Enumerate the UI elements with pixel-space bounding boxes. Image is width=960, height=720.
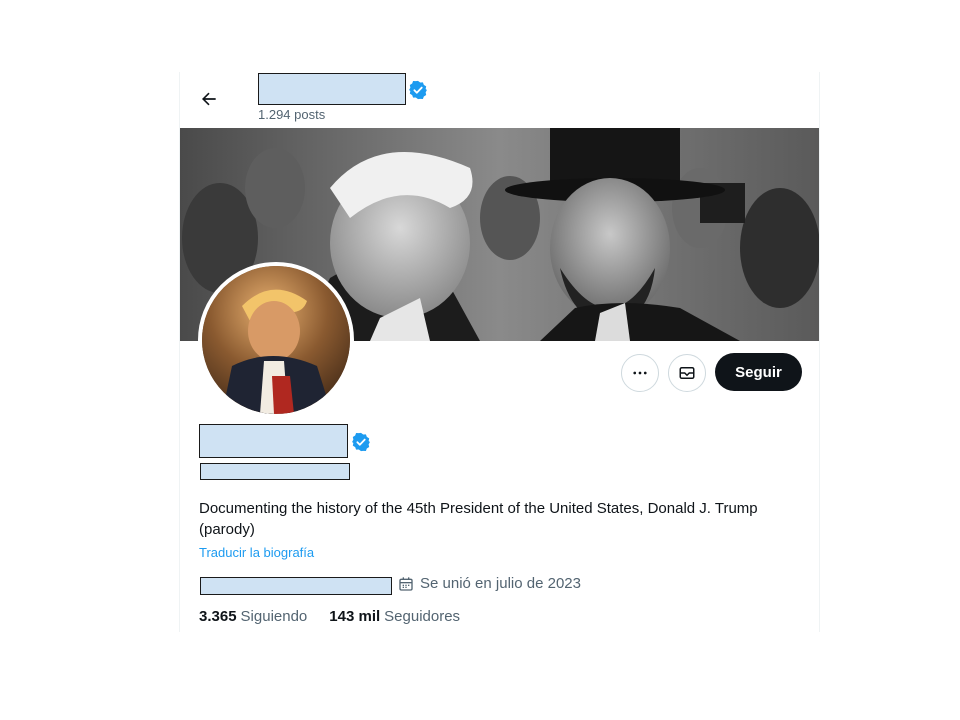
website-link-redacted bbox=[200, 577, 392, 595]
following-count: 3.365 bbox=[199, 608, 237, 625]
verified-badge-icon bbox=[352, 432, 370, 452]
joined-date-text: Se unió en julio de 2023 bbox=[420, 575, 581, 592]
more-options-button[interactable] bbox=[621, 354, 659, 392]
followers-stat[interactable]: 143 mil Seguidores bbox=[329, 608, 460, 625]
followers-count: 143 mil bbox=[329, 608, 381, 625]
following-stat[interactable]: 3.365 Siguiendo bbox=[199, 608, 307, 625]
message-button[interactable] bbox=[668, 354, 706, 392]
handle-redacted bbox=[200, 463, 350, 480]
header-name-redacted bbox=[258, 73, 406, 105]
mail-icon bbox=[679, 367, 695, 379]
followers-label: Seguidores bbox=[384, 608, 461, 625]
follow-button[interactable]: Seguir bbox=[715, 353, 802, 391]
follow-stats: 3.365 Siguiendo 143 mil Seguidores bbox=[199, 608, 460, 625]
joined-date: Se unió en julio de 2023 bbox=[398, 575, 581, 592]
following-label: Siguiendo bbox=[240, 608, 308, 625]
posts-count: 1.294 posts bbox=[258, 107, 326, 122]
profile-bio: Documenting the history of the 45th Pres… bbox=[199, 500, 758, 538]
profile-avatar[interactable] bbox=[198, 262, 354, 418]
more-icon bbox=[633, 371, 647, 375]
back-arrow-icon[interactable] bbox=[196, 86, 222, 112]
display-name-redacted bbox=[199, 424, 348, 458]
translate-bio-link[interactable]: Traducir la biografía bbox=[199, 545, 314, 560]
profile-column: 1.294 posts Seguir Documenting the histo… bbox=[179, 72, 820, 632]
verified-badge-icon bbox=[409, 80, 427, 100]
calendar-icon bbox=[399, 576, 413, 591]
